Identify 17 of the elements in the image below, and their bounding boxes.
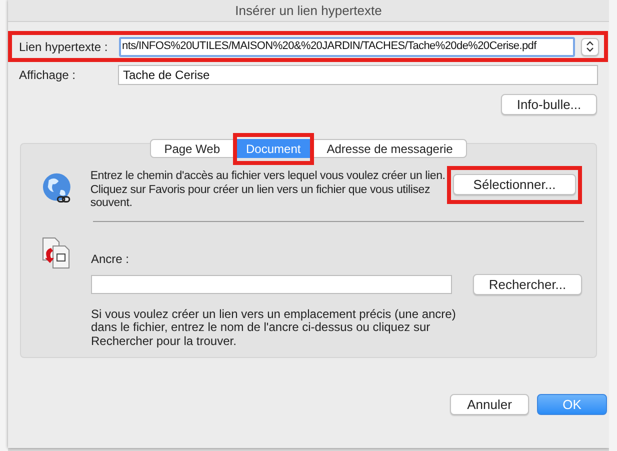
- display-field[interactable]: Tache de Cerise: [118, 65, 598, 85]
- tab[interactable]: Adresse de messagerie: [318, 139, 462, 158]
- anchor-help-text: Si vous voulez créer un lien vers un emplacement précis (une ancre) dans le fichier, entrez le nom de l'ancre ci-dessus ou cliquez sur Rechercher pour la trouver.: [91, 308, 457, 348]
- window-title: Insérer un lien hypertexte: [235, 2, 382, 20]
- search-button[interactable]: Rechercher...: [473, 274, 582, 294]
- tooltip-button[interactable]: Info-bulle...: [501, 94, 597, 115]
- anchor-field[interactable]: [91, 274, 452, 294]
- field-label: Lien hypertexte :: [19, 38, 109, 56]
- document-description: Entrez le chemin d'accès au fichier vers lequel vous voulez créer un lien. Cliquez sur Favoris pour créer un lien vers un fichier que vous utilisez souvent.: [90, 170, 446, 210]
- up-down-arrows-icon: [586, 41, 594, 52]
- tab[interactable]: Page Web: [155, 139, 230, 158]
- stepper-button[interactable]: [581, 38, 599, 56]
- anchor-label: Ancre :: [91, 250, 130, 268]
- hyperlink-field[interactable]: nts/INFOS%20UTILES/MAISON%20&%20JARDIN/TACHES/Tache%20de%20Cerise.pdf: [119, 36, 575, 56]
- select-button[interactable]: Sélectionner...: [453, 174, 576, 195]
- field-label: Affichage :: [19, 67, 76, 84]
- cancel-button[interactable]: Annuler: [450, 394, 529, 415]
